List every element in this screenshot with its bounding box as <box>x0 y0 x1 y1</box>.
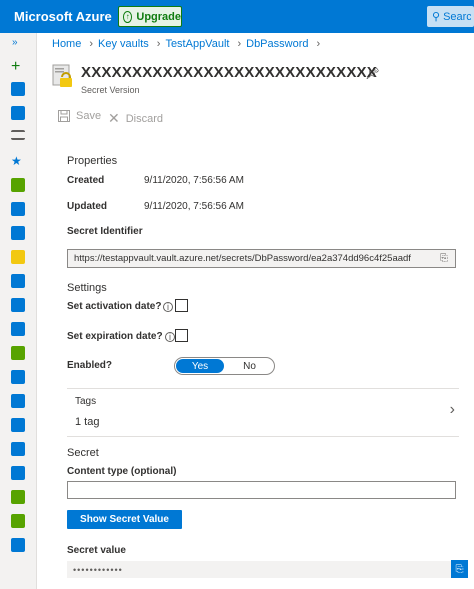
monitor-icon[interactable] <box>11 442 25 456</box>
secret-identifier-value: https://testappvault.vault.azure.net/sec… <box>74 253 411 264</box>
upgrade-label: Upgrade <box>136 10 181 23</box>
cosmos-db-icon[interactable] <box>11 298 25 312</box>
favorites-star-icon[interactable]: ★ <box>11 154 25 168</box>
secret-identifier-label: Secret Identifier <box>67 226 143 237</box>
secret-value-label: Secret value <box>67 545 126 556</box>
page-title: XXXXXXXXXXXXXXXXXXXXXXXXXXXXX <box>81 64 377 81</box>
upgrade-icon: ↑ <box>123 10 133 23</box>
tags-value: 1 tag <box>75 416 100 428</box>
discard-button[interactable]: ✕ Discard <box>108 110 163 127</box>
info-icon[interactable]: i <box>165 332 175 342</box>
expiration-date-checkbox[interactable] <box>175 329 188 342</box>
updated-value: 9/11/2020, 7:56:56 AM <box>144 201 244 212</box>
pin-icon[interactable]: 📌︎ <box>365 66 380 80</box>
upgrade-button[interactable]: ↑ Upgrade <box>118 6 182 27</box>
discard-label: Discard <box>125 112 164 125</box>
content-type-input[interactable] <box>67 481 456 499</box>
created-value: 9/11/2020, 7:56:56 AM <box>144 175 244 186</box>
dashboard-icon[interactable] <box>11 106 25 120</box>
virtual-machines-icon[interactable] <box>11 322 25 336</box>
enabled-yes-option[interactable]: Yes <box>175 358 225 374</box>
home-icon[interactable] <box>11 82 25 96</box>
discard-icon: ✕ <box>108 110 120 126</box>
breadcrumb-separator-icon: › <box>89 38 94 50</box>
storage-accounts-icon[interactable] <box>11 370 25 384</box>
breadcrumb-separator-icon: › <box>237 38 242 50</box>
secret-heading: Secret <box>67 447 99 459</box>
key-vault-secret-icon <box>52 64 72 87</box>
top-bar: Microsoft Azure ↑ Upgrade ⚲ Search <box>0 0 474 33</box>
secret-identifier-field[interactable]: https://testappvault.vault.azure.net/sec… <box>67 249 456 268</box>
sql-databases-icon[interactable] <box>11 274 25 288</box>
search-box[interactable]: ⚲ Search <box>427 6 474 27</box>
search-label: Search <box>443 10 472 23</box>
app-services-icon[interactable] <box>11 226 25 240</box>
enabled-label: Enabled? <box>67 360 113 371</box>
copy-secret-icon[interactable]: ⎘ <box>451 560 468 578</box>
chevron-right-icon: › <box>449 401 455 418</box>
load-balancers-icon[interactable] <box>11 346 25 360</box>
resource-groups-icon[interactable] <box>11 202 25 216</box>
azure-ad-icon[interactable] <box>11 418 25 432</box>
breadcrumb-separator-icon: › <box>316 38 321 50</box>
save-label: Save <box>76 110 102 122</box>
breadcrumb-testappvault[interactable]: TestAppVault <box>165 38 229 50</box>
copy-icon[interactable]: ⎘ <box>433 253 455 264</box>
breadcrumb: Home › Key vaults › TestAppVault › DbPassword › <box>52 38 325 50</box>
tags-row[interactable]: Tags 1 tag › <box>67 388 459 437</box>
create-resource-icon[interactable]: + <box>11 59 25 75</box>
function-app-icon[interactable] <box>11 250 25 264</box>
enabled-toggle[interactable]: Yes No <box>174 357 275 375</box>
activation-date-checkbox[interactable] <box>175 299 188 312</box>
page-subtitle: Secret Version <box>81 85 140 95</box>
all-services-icon[interactable] <box>11 130 25 140</box>
updated-label: Updated <box>67 201 107 212</box>
settings-heading: Settings <box>67 282 107 294</box>
secret-value-field[interactable]: •••••••••••• <box>67 561 456 578</box>
collapse-nav-icon[interactable]: » <box>12 37 18 48</box>
tags-label: Tags <box>75 396 97 407</box>
save-icon <box>58 110 70 122</box>
activation-date-label: Set activation date? <box>67 301 162 312</box>
breadcrumb-home[interactable]: Home <box>52 38 81 50</box>
virtual-networks-icon[interactable] <box>11 394 25 408</box>
security-center-icon[interactable] <box>11 490 25 504</box>
breadcrumb-dbpassword[interactable]: DbPassword <box>246 38 308 50</box>
enabled-no-option[interactable]: No <box>225 358 274 374</box>
breadcrumb-key-vaults[interactable]: Key vaults <box>98 38 149 50</box>
brand-title[interactable]: Microsoft Azure <box>14 9 112 24</box>
info-icon[interactable]: i <box>163 302 173 312</box>
content-type-label: Content type (optional) <box>67 466 177 477</box>
show-secret-value-button[interactable]: Show Secret Value <box>67 510 182 529</box>
advisor-icon[interactable] <box>11 466 25 480</box>
breadcrumb-separator-icon: › <box>156 38 161 50</box>
left-nav: » + ★ <box>0 33 37 589</box>
save-button[interactable]: Save <box>58 110 101 122</box>
all-resources-icon[interactable] <box>11 178 25 192</box>
help-support-icon[interactable] <box>11 538 25 552</box>
search-icon: ⚲ <box>432 11 441 23</box>
properties-heading: Properties <box>67 155 118 167</box>
cost-management-icon[interactable] <box>11 514 25 528</box>
expiration-date-label: Set expiration date? <box>67 331 163 342</box>
created-label: Created <box>67 175 105 186</box>
